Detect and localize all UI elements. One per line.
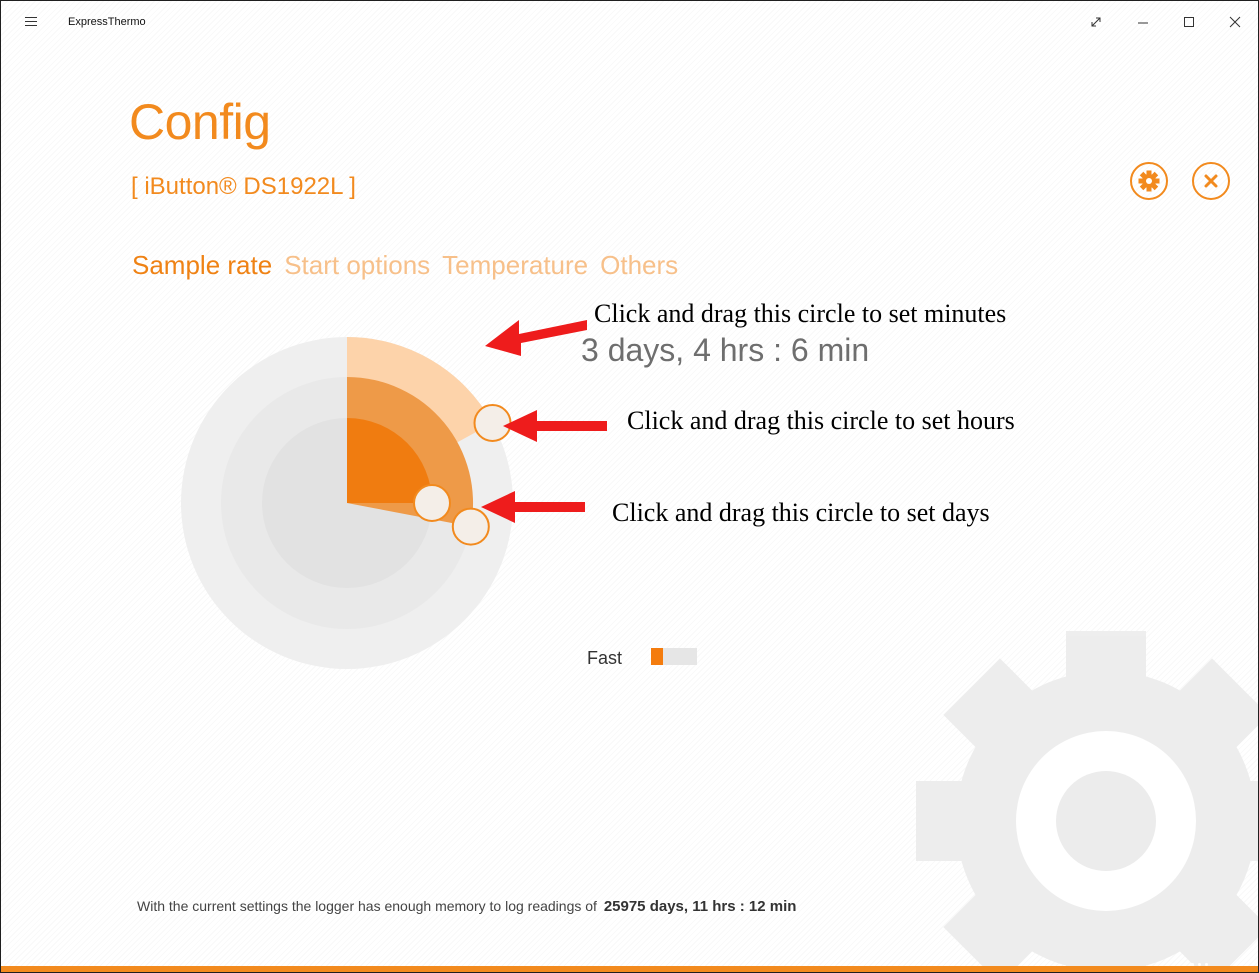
maximize-icon[interactable] (1176, 11, 1202, 37)
annotation-minutes: Click and drag this circle to set minute… (594, 299, 1007, 328)
arrow-minutes (485, 320, 587, 356)
settings-button[interactable] (1130, 162, 1168, 200)
cancel-button[interactable] (1192, 162, 1230, 200)
device-label: [ iButton® DS1922L ] (131, 173, 356, 200)
days-handle[interactable] (413, 484, 451, 522)
page-title: Config (129, 94, 271, 150)
speed-bar[interactable] (651, 648, 697, 665)
expand-icon[interactable] (1083, 11, 1109, 37)
tab-start-options[interactable]: Start options (284, 250, 430, 281)
app-window: ExpressThermo Config [ iButton® DS1922L … (0, 0, 1259, 973)
hamburger-icon[interactable] (23, 14, 39, 30)
gear-icon (1138, 170, 1160, 192)
tab-sample-rate[interactable]: Sample rate (132, 250, 272, 281)
tab-temperature[interactable]: Temperature (442, 250, 588, 281)
gear-watermark-icon (916, 631, 1258, 972)
memory-info: With the current settings the logger has… (137, 898, 796, 915)
arrow-hours (503, 410, 607, 442)
app-bar (1, 966, 1258, 972)
app-title: ExpressThermo (68, 16, 146, 28)
more-icon[interactable] (1191, 963, 1208, 966)
sample-rate-dial (181, 337, 513, 669)
speed-label: Fast (587, 648, 623, 668)
sample-rate-duration: 3 days, 4 hrs : 6 min (581, 332, 870, 368)
close-icon[interactable] (1222, 11, 1248, 37)
config-tabs: Sample rate Start options Temperature Ot… (132, 250, 678, 281)
minimize-icon[interactable] (1130, 11, 1156, 37)
tab-others[interactable]: Others (600, 250, 678, 281)
close-circle-icon (1204, 174, 1218, 188)
memory-value: 25975 days, 11 hrs : 12 min (603, 898, 797, 915)
annotation-days: Click and drag this circle to set days (612, 498, 990, 527)
speed-bar-fill (651, 648, 663, 665)
arrow-days (481, 491, 585, 523)
title-bar: ExpressThermo (1, 1, 1258, 48)
memory-text: With the current settings the logger has… (137, 898, 597, 914)
annotation-hours: Click and drag this circle to set hours (627, 406, 1015, 435)
